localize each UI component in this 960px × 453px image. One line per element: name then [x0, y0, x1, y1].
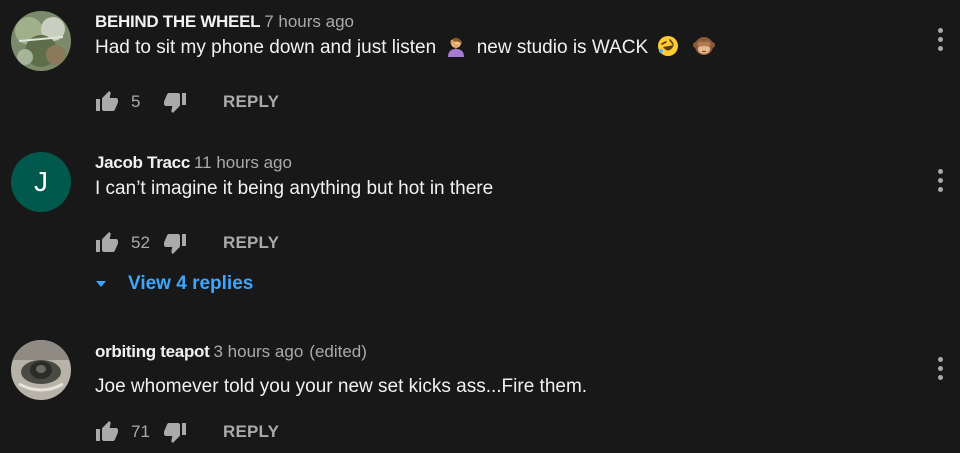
menu-dot [937, 365, 943, 371]
more-vertical-icon[interactable] [930, 165, 950, 195]
avatar-letter: J [34, 166, 48, 197]
caret-down-icon [96, 281, 106, 287]
woman-facepalming-emoji [448, 38, 465, 57]
avatar[interactable] [11, 11, 71, 71]
more-vertical-icon[interactable] [930, 353, 950, 383]
thumbs-up-icon [96, 232, 118, 252]
like-count: 52 [131, 233, 150, 252]
reply-button[interactable]: REPLY [223, 233, 279, 253]
comment-text: Had to sit my phone down and just listen… [95, 35, 719, 61]
comment-toolbar: 5 REPLY [95, 90, 279, 114]
see-no-evil-monkey-emoji [692, 37, 715, 55]
comment-text-part: Had to sit my phone down and just listen [95, 37, 437, 58]
comment-timestamp[interactable]: 3 hours ago [213, 342, 303, 361]
rolling-laughing-emoji [658, 36, 679, 56]
avatar[interactable] [11, 340, 71, 400]
reply-button[interactable]: REPLY [223, 422, 279, 442]
thumbs-up-icon [96, 421, 118, 441]
more-vertical-icon[interactable] [930, 24, 950, 54]
comment-text: Joe whomever told you your new set kicks… [95, 376, 588, 397]
thumbs-down-icon [164, 93, 186, 113]
menu-dot [937, 168, 943, 174]
thumbs-down-icon [164, 234, 186, 254]
dislike-button[interactable] [163, 231, 187, 255]
comment-toolbar: 52 REPLY [95, 231, 279, 255]
comment-text-part: new studio is WACK [476, 37, 649, 58]
dislike-button[interactable] [163, 90, 187, 114]
comment-header: BEHIND THE WHEEL 7 hours ago [95, 12, 354, 32]
avatar[interactable]: J [11, 152, 71, 212]
reply-button[interactable]: REPLY [223, 92, 279, 112]
menu-dot [937, 356, 943, 362]
dislike-button[interactable] [163, 420, 187, 444]
like-count: 5 [131, 92, 141, 111]
edited-label: (edited) [309, 342, 367, 361]
thumbs-down-icon [164, 423, 186, 443]
menu-dot [937, 186, 943, 192]
comment-header: orbiting teapot 3 hours ago (edited) [95, 342, 367, 362]
comment-text: I can’t imagine it being anything but ho… [95, 178, 494, 199]
view-replies-label: View 4 replies [128, 273, 254, 294]
view-replies-button[interactable]: View 4 replies [94, 273, 253, 295]
comment-header: Jacob Tracc 11 hours ago [95, 153, 292, 173]
comment-toolbar: 71 REPLY [95, 420, 279, 444]
like-button[interactable] [95, 90, 119, 114]
menu-dot [937, 27, 943, 33]
comment-author[interactable]: Jacob Tracc [95, 153, 190, 172]
comment-author[interactable]: orbiting teapot [95, 342, 210, 361]
like-count: 71 [131, 422, 150, 441]
like-button[interactable] [95, 231, 119, 255]
comment-timestamp[interactable]: 11 hours ago [194, 153, 292, 172]
comment-author[interactable]: BEHIND THE WHEEL [95, 12, 261, 31]
menu-dot [937, 45, 943, 51]
like-button[interactable] [95, 420, 119, 444]
menu-dot [937, 177, 943, 183]
menu-dot [937, 374, 943, 380]
menu-dot [937, 36, 943, 42]
thumbs-up-icon [96, 91, 118, 111]
comment-timestamp[interactable]: 7 hours ago [264, 12, 354, 31]
comments-section: BEHIND THE WHEEL 7 hours ago Had to sit m… [0, 0, 960, 453]
